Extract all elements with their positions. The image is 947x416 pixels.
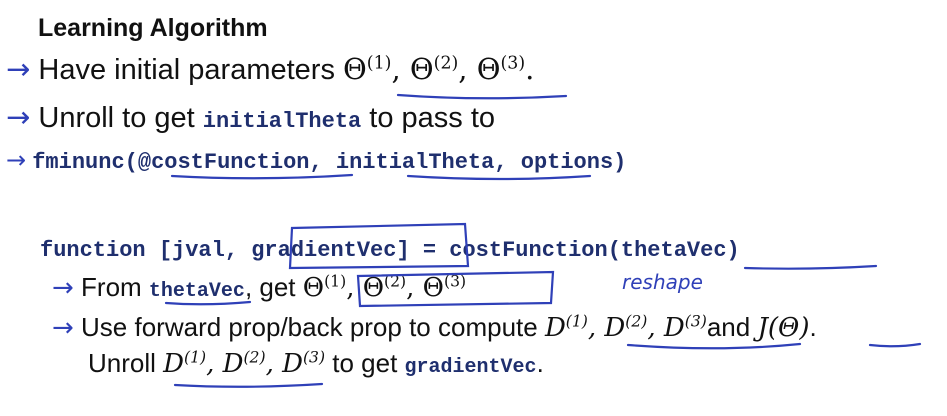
code-gradientvec: gradientVec xyxy=(404,356,537,379)
arrow-icon: → xyxy=(52,273,74,303)
step-unroll: Unroll D(1), D(2), D(3) to get gradientV… xyxy=(88,348,544,379)
underline-thetavec-arg xyxy=(743,264,878,270)
theta-list: Θ(1), Θ(2), Θ(3) xyxy=(302,272,467,303)
d-list: D(1), D(2), D(3) xyxy=(544,312,707,343)
theta-list: Θ(1), Θ(2), Θ(3). xyxy=(343,52,535,86)
slide-title: Learning Algorithm xyxy=(38,14,268,42)
underline-d-unroll xyxy=(173,382,324,388)
bullet-text-post: to pass to xyxy=(361,102,496,134)
underline-theta-params xyxy=(396,93,568,100)
bullet-text: Unroll to get xyxy=(38,102,203,134)
j-theta: J(Θ) xyxy=(757,313,810,343)
d-list: D(1), D(2), D(3) xyxy=(163,348,326,379)
underline-j-theta xyxy=(868,342,922,348)
code-initialtheta: initialTheta xyxy=(202,109,362,134)
bullet-text: Have initial parameters xyxy=(38,54,344,86)
arrow-icon: → xyxy=(52,313,74,343)
arrow-icon: → xyxy=(6,100,31,134)
underline-initialtheta xyxy=(406,174,592,181)
handwritten-reshape-note: reshape xyxy=(622,270,703,294)
code-fminunc: fminunc(@costFunction, initialTheta, opt… xyxy=(32,150,627,175)
underline-costfunction xyxy=(170,173,354,180)
bullet-initial-params: → Have initial parameters Θ(1), Θ(2), Θ(… xyxy=(6,52,534,87)
arrow-icon: → xyxy=(6,52,31,86)
underline-d-list xyxy=(626,342,802,350)
arrow-icon: → xyxy=(6,146,27,174)
code-thetavec: thetaVec xyxy=(148,280,245,303)
bullet-unroll: → Unroll to get initialTheta to pass to xyxy=(6,100,495,135)
bullet-fminunc: → fminunc(@costFunction, initialTheta, o… xyxy=(6,146,626,175)
step-compute: → Use forward prop/back prop to compute … xyxy=(52,312,817,343)
step-reshape: → From thetaVec, get Θ(1), Θ(2), Θ(3) xyxy=(52,272,467,303)
function-signature: function [jval, gradientVec] = costFunct… xyxy=(40,238,740,263)
